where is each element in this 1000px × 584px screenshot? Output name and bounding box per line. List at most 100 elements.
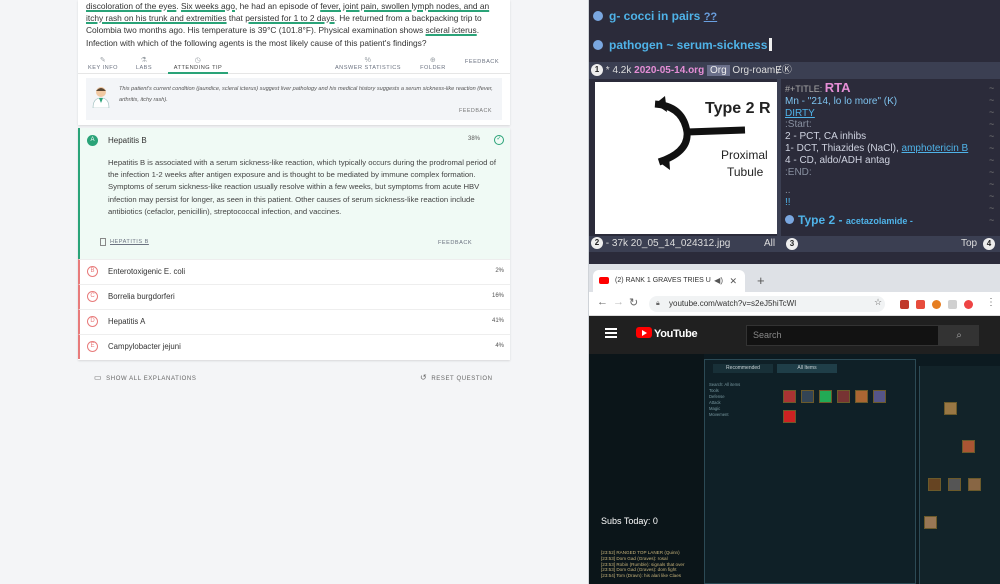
address-toolbar: ← → ↻ 🔒︎ youtube.com/watch?v=s2eJ5hiTcWI… xyxy=(589,292,1000,316)
collapse-icon[interactable]: – xyxy=(498,341,502,348)
item-detail-icon xyxy=(948,478,961,491)
org-heading-type-2[interactable]: Type 2 - acetazolamide - xyxy=(785,214,985,228)
extension-grey-icon[interactable] xyxy=(948,300,957,309)
chat-line: [23:54] Tom (Dravn): his alari like Clae… xyxy=(601,573,682,579)
answer-letter: A xyxy=(87,135,98,146)
browser-tab[interactable]: (2) RANK 1 GRAVES TRIES U ◀) ✕ xyxy=(593,270,745,292)
question-card: discoloration of the eyes. Six weeks ago… xyxy=(78,0,510,125)
image-label-type: Type 2 R xyxy=(705,100,771,117)
youtube-logo-text: YouTube xyxy=(654,328,698,340)
answer-letter: C xyxy=(87,291,98,302)
video-player[interactable]: Recommended All Items Search: All items … xyxy=(589,354,1000,584)
org-heading-2-text: pathogen ~ serum-sickness xyxy=(609,38,768,52)
tip-feedback-link[interactable]: FEEDBACK xyxy=(459,108,492,114)
minor-modes: Org-roamɆⓀ xyxy=(732,65,792,76)
game-shop-panel: Recommended All Items Search: All items … xyxy=(704,359,916,584)
emacs-modeline-top: 1 * 4.2k 2020-05-14.org Org Org-roamɆⓀ xyxy=(589,62,1000,79)
extension-circle-icon[interactable] xyxy=(932,300,941,309)
percent-icon: % xyxy=(364,57,372,64)
key-info-button[interactable]: ✎ KEY INFO xyxy=(86,56,120,71)
image-label-tubule: Tubule xyxy=(727,165,764,179)
reset-question-button[interactable]: ↺ RESET QUESTION xyxy=(420,373,493,382)
subs-today-counter: Subs Today: 0 xyxy=(601,516,658,526)
folder-button[interactable]: ⊕ FOLDER xyxy=(418,56,448,71)
reload-icon[interactable]: ↻ xyxy=(629,296,638,309)
item-detail-icon xyxy=(962,440,975,453)
amphotericin-link[interactable]: amphotericin B xyxy=(902,143,969,154)
pane-splitter[interactable] xyxy=(777,79,781,236)
shop-tab-recommended: Recommended xyxy=(713,364,773,373)
labs-label: LABS xyxy=(135,65,153,71)
window-number-1: 1 xyxy=(591,64,603,76)
game-chat-log: [23:52] RANGED TOP LANER (Quinn) [23:53]… xyxy=(601,550,701,579)
attending-tip-text: This patient's current condition (jaundi… xyxy=(119,86,493,103)
qbank-pane: discoloration of the eyes. Six weeks ago… xyxy=(0,0,588,584)
answer-letter: B xyxy=(87,266,98,277)
org-line-1: 2 - PCT, CA inhibs xyxy=(785,131,867,143)
speaker-icon[interactable]: ◀) xyxy=(714,270,723,292)
hamburger-menu-icon[interactable] xyxy=(605,328,617,338)
answer-statistics-button[interactable]: % ANSWER STATISTICS xyxy=(330,56,406,71)
url-text: youtube.com/watch?v=s2eJ5hiTcWI xyxy=(669,299,797,308)
org-buffer[interactable]: #+TITLE: RTA Mn - "214, lo lo more" (K) … xyxy=(785,81,985,236)
youtube-logo[interactable]: YouTube xyxy=(636,327,698,341)
forward-icon[interactable]: → xyxy=(613,296,624,308)
show-all-label: SHOW ALL EXPLANATIONS xyxy=(106,376,197,382)
reset-label: RESET QUESTION xyxy=(431,376,493,382)
collapse-icon[interactable]: – xyxy=(498,291,502,298)
game-item-details xyxy=(919,366,1000,584)
org-ellipsis: .. xyxy=(785,185,791,197)
org-bang: !! xyxy=(785,197,791,209)
back-icon[interactable]: ← xyxy=(597,296,608,308)
show-all-explanations-button[interactable]: ▭ SHOW ALL EXPLANATIONS xyxy=(94,373,196,382)
labs-button[interactable]: ⚗ LABS xyxy=(132,56,156,71)
key-finding-highlight[interactable]: Six weeks ago xyxy=(181,1,235,11)
org-title-prefix: #+TITLE: xyxy=(785,84,823,94)
answer-option-b[interactable]: B Enterotoxigenic E. coli 2% – xyxy=(78,259,510,284)
new-tab-button[interactable]: + xyxy=(757,273,765,288)
extension-youtube-icon[interactable] xyxy=(916,300,925,309)
answer-option-d[interactable]: D Hepatitis A 41% – xyxy=(78,309,510,334)
answer-list: A Hepatitis B 38% ✓ Hepatitis B is assoc… xyxy=(78,128,510,360)
attending-tip-label: ATTENDING TIP xyxy=(173,65,223,71)
org-mnemonic: Mn - "214, lo lo more" (K) xyxy=(785,95,898,107)
document-icon xyxy=(100,238,106,246)
key-finding-highlight[interactable]: discoloration of the eyes xyxy=(86,1,176,11)
url-bar[interactable]: 🔒︎ youtube.com/watch?v=s2eJ5hiTcWI xyxy=(649,296,885,312)
image-label-proximal: Proximal xyxy=(721,148,768,162)
feedback-button[interactable]: FEEDBACK xyxy=(462,59,502,65)
extension-red-circle-icon[interactable] xyxy=(964,300,973,309)
org-dirty-link[interactable]: DIRTY xyxy=(785,108,985,120)
answer-option-e[interactable]: E Campylobacter jejuni 4% – xyxy=(78,334,510,359)
attending-tip-button[interactable]: ◷ ATTENDING TIP xyxy=(168,56,228,74)
youtube-search-input[interactable]: Search xyxy=(746,325,939,346)
buffer-name: 2020-05-14.org xyxy=(634,65,705,76)
collapse-icon[interactable]: – xyxy=(498,316,502,323)
menu-kebab-icon[interactable]: ⋮ xyxy=(986,297,996,308)
close-tab-icon[interactable]: ✕ xyxy=(729,270,737,292)
text-cursor xyxy=(769,38,773,51)
fringe-tildes: ~ ~ ~ ~ ~ ~ ~ ~ ~ ~ ~ ~ xyxy=(989,83,995,225)
explanation-feedback-link[interactable]: FEEDBACK xyxy=(438,240,472,246)
key-finding-highlight[interactable]: scleral icterus xyxy=(426,25,477,35)
org-heading-1[interactable]: g- cocci in pairs ?? xyxy=(589,9,717,23)
bullet-icon xyxy=(593,40,603,50)
shop-item-icon xyxy=(819,390,832,403)
answer-option-correct[interactable]: A Hepatitis B 38% ✓ Hepatitis B is assoc… xyxy=(78,128,510,259)
shop-item-icon xyxy=(873,390,886,403)
answer-option-c[interactable]: C Borrelia burgdorferi 16% – xyxy=(78,284,510,309)
key-finding-highlight[interactable]: persisted for 1 to 2 days xyxy=(245,13,334,23)
org-heading-2[interactable]: pathogen ~ serum-sickness xyxy=(589,38,773,52)
scroll-all: All xyxy=(764,238,776,249)
attending-tip-box: This patient's current condition (jaundi… xyxy=(86,78,502,120)
hepatitis-b-article-link[interactable]: HEPATITIS B xyxy=(110,239,149,245)
window-number-3: 3 xyxy=(786,238,798,250)
lock-icon: 🔒︎ xyxy=(656,300,660,307)
answer-percent: 38% xyxy=(467,136,480,142)
search-icon[interactable]: ⌕ xyxy=(939,325,979,346)
item-detail-icon xyxy=(928,478,941,491)
bookmark-star-icon[interactable]: ☆ xyxy=(874,297,882,308)
bullet-icon xyxy=(593,11,603,21)
extension-red-icon[interactable] xyxy=(900,300,909,309)
collapse-icon[interactable]: – xyxy=(498,266,502,273)
